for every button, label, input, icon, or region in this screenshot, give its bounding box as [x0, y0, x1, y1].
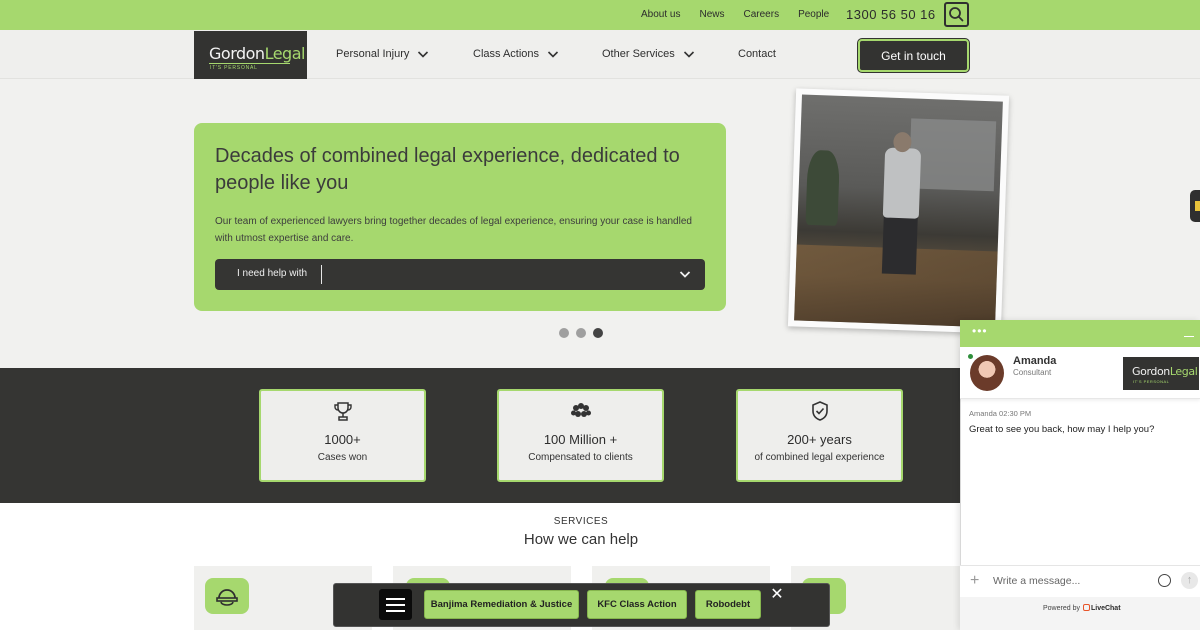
stat-value: 100 Million +	[543, 432, 618, 447]
chat-brand-logo: GordonLegal IT'S PERSONAL	[1123, 357, 1199, 390]
stat-label: Compensated to clients	[528, 452, 633, 463]
carousel-dot-2[interactable]	[576, 328, 586, 338]
nav-other-services[interactable]: Other Services	[602, 48, 695, 60]
menu-button[interactable]	[379, 589, 412, 620]
chat-input-area: + Write a message... ↑	[960, 565, 1200, 597]
more-options-icon[interactable]: •••	[972, 324, 988, 338]
attach-icon[interactable]: +	[970, 572, 979, 590]
utility-links: About us News Careers People	[641, 9, 848, 20]
hero-image	[794, 94, 1003, 328]
nav-label: Class Actions	[473, 48, 540, 60]
site-logo[interactable]: GordonLegal IT'S PERSONAL	[194, 31, 307, 79]
stat-label: of combined legal experience	[754, 452, 885, 463]
agent-name: Amanda	[1013, 355, 1057, 367]
chevron-down-icon	[418, 51, 429, 58]
help-select-dropdown[interactable]: I need help with	[215, 259, 705, 290]
chat-footer: Powered by LiveChat	[960, 597, 1200, 630]
search-icon	[949, 7, 964, 22]
stat-value: 1000+	[324, 432, 361, 447]
powered-by[interactable]: Powered by LiveChat	[1043, 604, 1121, 612]
quick-link-robodebt[interactable]: Robodebt	[695, 590, 761, 619]
stat-card-compensation: 100 Million + Compensated to clients	[497, 389, 664, 482]
carousel-dot-1[interactable]	[559, 328, 569, 338]
help-select-label: I need help with	[237, 268, 308, 279]
chevron-down-icon	[547, 51, 559, 58]
chat-message-meta: Amanda 02:30 PM	[969, 409, 1032, 418]
logo-rule	[209, 63, 290, 64]
minimize-icon[interactable]	[1184, 336, 1194, 337]
nav-label: Contact	[738, 48, 776, 60]
logo-tagline: IT'S PERSONAL	[210, 65, 258, 71]
logo-tagline: IT'S PERSONAL	[1133, 379, 1170, 384]
nav-label: Personal Injury	[336, 48, 410, 60]
emoji-icon[interactable]	[1158, 574, 1171, 587]
about-us-link[interactable]: About us	[641, 9, 680, 20]
nav-class-actions[interactable]: Class Actions	[473, 48, 559, 60]
search-button[interactable]	[944, 2, 969, 27]
chat-header: •••	[960, 320, 1200, 347]
hero-photo	[787, 88, 1010, 334]
main-navbar	[0, 30, 1200, 79]
news-link[interactable]: News	[699, 9, 724, 20]
get-in-touch-button[interactable]: Get in touch	[858, 39, 969, 72]
quick-link-kfc[interactable]: KFC Class Action	[587, 590, 687, 619]
chat-message-input[interactable]: Write a message...	[993, 575, 1080, 587]
nav-personal-injury[interactable]: Personal Injury	[336, 48, 429, 60]
side-feedback-tab[interactable]	[1190, 190, 1200, 222]
trophy-icon	[333, 402, 352, 421]
text-caret	[321, 265, 322, 284]
close-icon[interactable]: ✕	[770, 587, 784, 603]
livechat-logo-icon	[1082, 604, 1090, 611]
avatar	[970, 355, 1004, 391]
hard-hat-icon	[216, 589, 238, 606]
agent-role: Consultant	[1013, 368, 1052, 377]
quick-link-banjima[interactable]: Banjima Remediation & Justice	[424, 590, 579, 619]
chevron-down-icon	[679, 271, 691, 278]
phone-number[interactable]: 1300 56 50 16	[846, 7, 936, 22]
carousel-dot-3[interactable]	[593, 328, 603, 338]
service-icon	[205, 578, 249, 614]
careers-link[interactable]: Careers	[744, 9, 780, 20]
hero-title: Decades of combined legal experience, de…	[215, 145, 680, 194]
people-link[interactable]: People	[798, 9, 829, 20]
online-status-indicator	[968, 354, 973, 359]
chat-message: Great to see you back, how may I help yo…	[969, 424, 1155, 435]
nav-label: Other Services	[602, 48, 675, 60]
hamburger-icon	[386, 598, 405, 600]
hero-description: Our team of experienced lawyers bring to…	[215, 216, 692, 244]
logo-wordmark: GordonLegal	[1132, 365, 1198, 378]
stat-card-cases: 1000+ Cases won	[259, 389, 426, 482]
people-group-icon	[570, 403, 591, 417]
chevron-down-icon	[683, 51, 694, 58]
stat-value: 200+ years	[787, 432, 852, 447]
nav-contact[interactable]: Contact	[738, 48, 776, 60]
logo-wordmark: GordonLegal	[209, 44, 305, 63]
stat-label: Cases won	[317, 452, 368, 463]
stat-card-experience: 200+ years of combined legal experience	[736, 389, 903, 482]
send-icon[interactable]: ↑	[1181, 572, 1198, 589]
shield-check-icon	[811, 401, 828, 421]
top-utility-bar: About us News Careers People 1300 56 50 …	[0, 0, 1200, 30]
